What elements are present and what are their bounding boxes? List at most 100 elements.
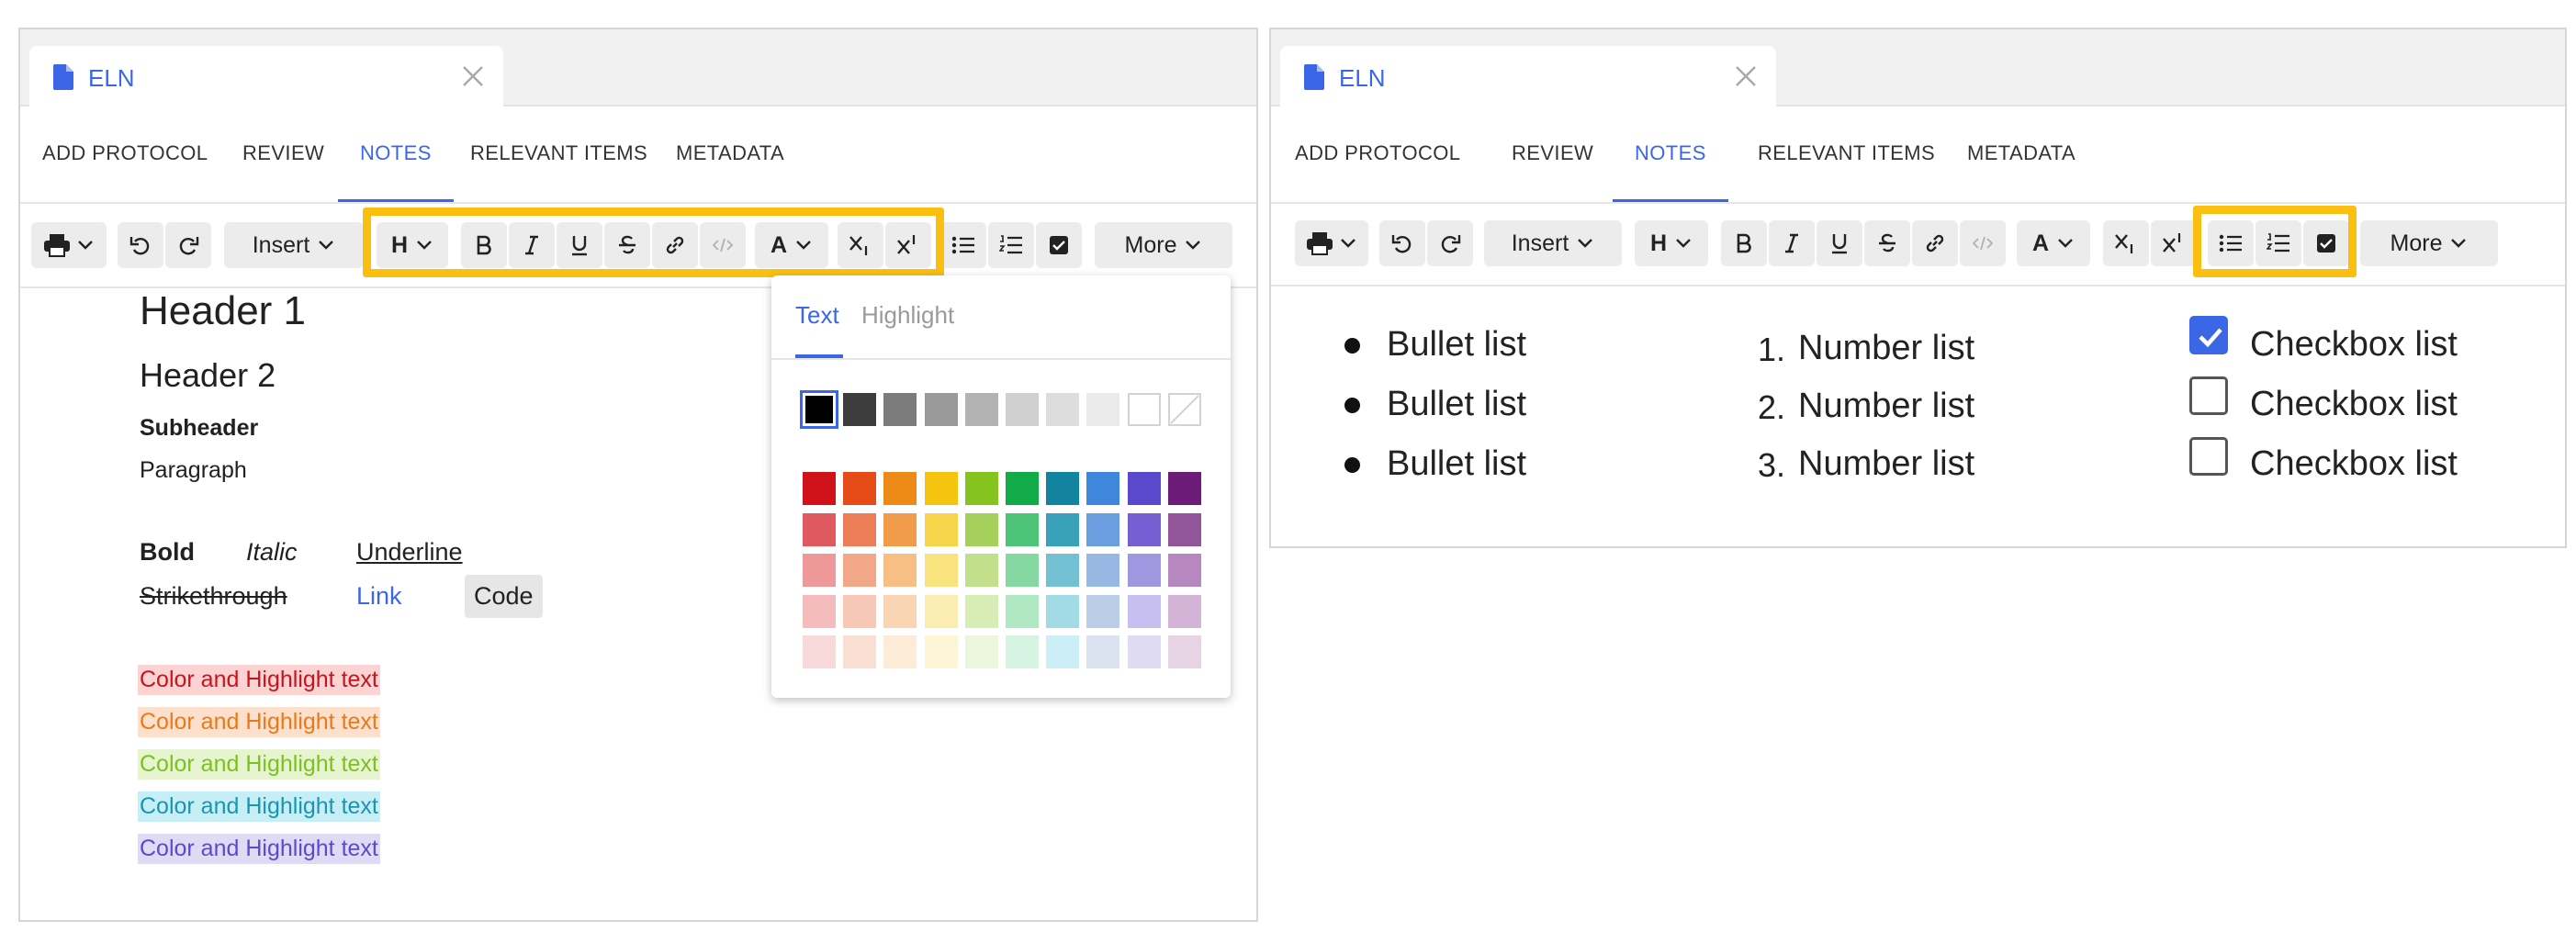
text-color-dropdown[interactable]: A xyxy=(2017,220,2090,266)
color-swatch[interactable] xyxy=(1046,393,1080,426)
color-swatch[interactable] xyxy=(883,594,917,628)
color-swatch[interactable] xyxy=(1167,472,1201,505)
undo-button[interactable] xyxy=(1379,220,1425,266)
underline-button[interactable] xyxy=(1817,220,1862,266)
italic-button[interactable] xyxy=(509,222,555,268)
superscript-button[interactable] xyxy=(885,222,931,268)
link-button[interactable] xyxy=(652,222,698,268)
bold-button[interactable] xyxy=(1721,220,1767,266)
color-swatch[interactable] xyxy=(924,393,958,426)
bullet-list-button[interactable] xyxy=(2208,220,2254,266)
color-swatch[interactable] xyxy=(1167,635,1201,668)
color-swatch[interactable] xyxy=(1006,512,1039,546)
color-swatch[interactable] xyxy=(803,594,836,628)
nav-metadata[interactable]: METADATA xyxy=(676,107,784,200)
superscript-button[interactable] xyxy=(2151,220,2197,266)
color-swatch[interactable] xyxy=(803,472,836,505)
color-swatch[interactable] xyxy=(1046,594,1080,628)
color-swatch[interactable] xyxy=(1006,594,1039,628)
color-swatch[interactable] xyxy=(1167,554,1201,587)
color-swatch[interactable] xyxy=(800,390,838,429)
checkbox[interactable] xyxy=(2189,376,2228,415)
bullet-list-button[interactable] xyxy=(940,222,986,268)
redo-button[interactable] xyxy=(165,222,211,268)
color-swatch[interactable] xyxy=(883,554,917,587)
nav-add-protocol[interactable]: ADD PROTOCOL xyxy=(42,107,208,200)
color-swatch[interactable] xyxy=(1086,635,1120,668)
color-swatch[interactable] xyxy=(843,393,877,426)
color-swatch[interactable] xyxy=(803,635,836,668)
color-swatch[interactable] xyxy=(964,594,998,628)
italic-button[interactable] xyxy=(1769,220,1815,266)
link-sample[interactable]: Link xyxy=(356,582,402,611)
color-swatch[interactable] xyxy=(1006,393,1039,426)
color-swatch[interactable] xyxy=(1086,594,1120,628)
color-swatch[interactable] xyxy=(803,512,836,546)
heading-dropdown[interactable]: H xyxy=(1635,220,1708,266)
underline-button[interactable] xyxy=(557,222,602,268)
document-tab[interactable]: ELN xyxy=(1280,46,1776,107)
nav-metadata[interactable]: METADATA xyxy=(1967,107,2075,200)
color-swatch[interactable] xyxy=(843,512,877,546)
color-swatch[interactable] xyxy=(1006,635,1039,668)
close-icon[interactable] xyxy=(461,64,485,88)
heading-dropdown[interactable]: H xyxy=(377,222,448,268)
color-swatch[interactable] xyxy=(843,594,877,628)
color-swatch[interactable] xyxy=(1046,635,1080,668)
nav-relevant-items[interactable]: RELEVANT ITEMS xyxy=(1758,107,1935,200)
color-swatch[interactable] xyxy=(1167,393,1201,426)
color-swatch[interactable] xyxy=(1167,594,1201,628)
nav-review[interactable]: REVIEW xyxy=(1512,107,1593,200)
more-dropdown[interactable]: More xyxy=(1095,222,1232,268)
close-icon[interactable] xyxy=(1734,64,1758,88)
color-swatch[interactable] xyxy=(1006,472,1039,505)
document-tab[interactable]: ELN xyxy=(29,46,503,107)
code-button[interactable] xyxy=(700,222,746,268)
color-swatch[interactable] xyxy=(1167,512,1201,546)
color-swatch[interactable] xyxy=(883,635,917,668)
subscript-button[interactable] xyxy=(2103,220,2149,266)
color-swatch[interactable] xyxy=(964,635,998,668)
color-swatch[interactable] xyxy=(1127,472,1161,505)
color-swatch[interactable] xyxy=(843,472,877,505)
color-swatch[interactable] xyxy=(1086,393,1120,426)
color-swatch[interactable] xyxy=(924,635,958,668)
color-swatch[interactable] xyxy=(964,472,998,505)
color-swatch[interactable] xyxy=(924,554,958,587)
checkbox-list-button[interactable] xyxy=(1036,222,1082,268)
color-swatch[interactable] xyxy=(1127,635,1161,668)
undo-button[interactable] xyxy=(118,222,163,268)
strikethrough-button[interactable] xyxy=(1864,220,1910,266)
link-button[interactable] xyxy=(1912,220,1958,266)
nav-review[interactable]: REVIEW xyxy=(242,107,324,200)
subscript-button[interactable] xyxy=(838,222,883,268)
insert-dropdown[interactable]: Insert xyxy=(224,222,364,268)
color-swatch[interactable] xyxy=(924,594,958,628)
code-button[interactable] xyxy=(1960,220,2006,266)
strikethrough-button[interactable] xyxy=(604,222,650,268)
popup-tab-text[interactable]: Text xyxy=(795,301,839,330)
color-swatch[interactable] xyxy=(924,512,958,546)
color-swatch[interactable] xyxy=(1127,393,1161,426)
color-swatch[interactable] xyxy=(883,512,917,546)
color-swatch[interactable] xyxy=(883,472,917,505)
insert-dropdown[interactable]: Insert xyxy=(1484,220,1622,266)
checkbox[interactable] xyxy=(2189,316,2228,354)
print-button[interactable] xyxy=(1295,220,1368,266)
numbered-list-button[interactable] xyxy=(988,222,1034,268)
text-color-dropdown[interactable]: A xyxy=(755,222,828,268)
color-swatch[interactable] xyxy=(924,472,958,505)
color-swatch[interactable] xyxy=(964,554,998,587)
checkbox-list-button[interactable] xyxy=(2303,220,2349,266)
color-swatch[interactable] xyxy=(1086,554,1120,587)
checkbox[interactable] xyxy=(2189,437,2228,476)
numbered-list-button[interactable] xyxy=(2255,220,2301,266)
color-swatch[interactable] xyxy=(1046,512,1080,546)
nav-notes[interactable]: NOTES xyxy=(338,107,454,202)
color-swatch[interactable] xyxy=(964,393,998,426)
color-swatch[interactable] xyxy=(1046,554,1080,587)
color-swatch[interactable] xyxy=(843,635,877,668)
nav-notes[interactable]: NOTES xyxy=(1613,107,1728,202)
redo-button[interactable] xyxy=(1427,220,1473,266)
color-swatch[interactable] xyxy=(883,393,917,426)
